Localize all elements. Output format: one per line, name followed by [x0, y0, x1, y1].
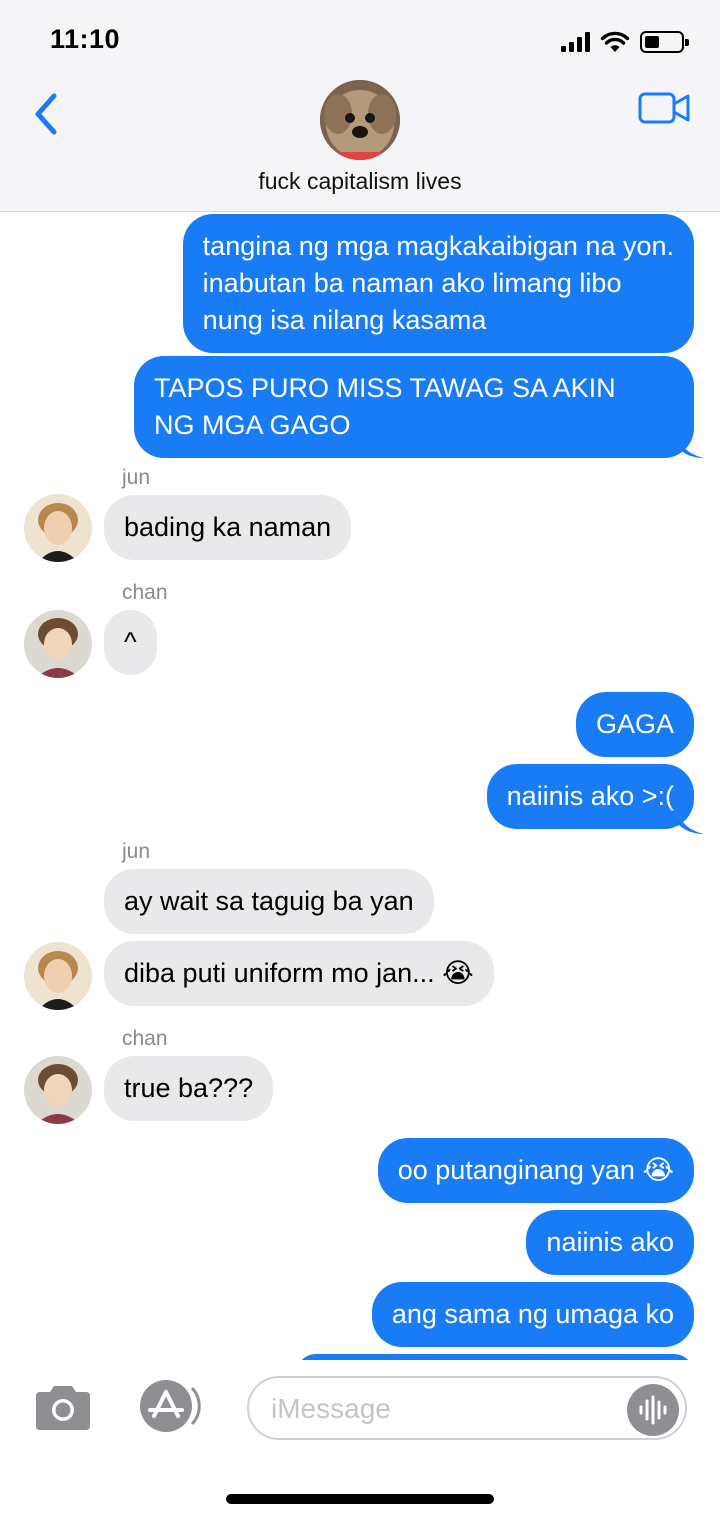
- message-input[interactable]: [247, 1376, 687, 1440]
- outgoing-message[interactable]: naiinis ako >:(: [486, 764, 694, 829]
- incoming-message[interactable]: true ba???: [104, 1056, 274, 1121]
- incoming-message[interactable]: bading ka naman: [104, 495, 352, 560]
- outgoing-message[interactable]: oo putanginang yan 😭: [377, 1138, 694, 1203]
- message-line: NG MGA GAGO: [154, 410, 351, 440]
- message-tail: [678, 810, 704, 834]
- outgoing-message[interactable]: ang sama ng umaga ko: [371, 1282, 694, 1347]
- app-store-icon[interactable]: [136, 1380, 206, 1432]
- audio-waveform-icon: [639, 1395, 667, 1425]
- contact-avatar[interactable]: [320, 80, 400, 160]
- sender-name: chan: [122, 581, 168, 604]
- contact-name[interactable]: fuck capitalism lives: [0, 168, 720, 195]
- video-camera-icon[interactable]: [638, 90, 690, 126]
- outgoing-message[interactable]: TAPOS PURO MISS TAWAG SA AKIN NG MGA GAG…: [134, 356, 694, 458]
- outgoing-message[interactable]: GAGA: [575, 692, 694, 757]
- message-text-field[interactable]: [271, 1390, 621, 1428]
- audio-record-button[interactable]: [627, 1384, 679, 1436]
- message-tail: [678, 434, 704, 458]
- incoming-message[interactable]: ay wait sa taguig ba yan: [104, 869, 434, 934]
- camera-icon[interactable]: [32, 1382, 94, 1432]
- back-chevron-icon[interactable]: [26, 88, 70, 140]
- cellular-signal-icon: [561, 32, 590, 52]
- battery-icon: [640, 31, 689, 53]
- conversation-header: 11:10 fuck capitalism lives: [0, 0, 720, 212]
- message-line: nung isa nilang kasama: [202, 305, 487, 335]
- sender-name: jun: [122, 466, 151, 489]
- sender-name: chan: [122, 1027, 168, 1050]
- compose-bar: [0, 1360, 720, 1520]
- avatar[interactable]: [24, 942, 92, 1010]
- sender-name: jun: [122, 840, 151, 863]
- message-thread[interactable]: tangina ng mga magkakaibigan na yon. ina…: [0, 212, 720, 1360]
- status-icons: [561, 28, 689, 56]
- incoming-message[interactable]: diba puti uniform mo jan... 😭: [104, 941, 494, 1006]
- message-line: tangina ng mga magkakaibigan na yon.: [202, 231, 674, 261]
- message-line: TAPOS PURO MISS TAWAG SA AKIN: [154, 373, 616, 403]
- outgoing-message[interactable]: naiinis ako: [526, 1210, 694, 1275]
- avatar[interactable]: [24, 494, 92, 562]
- avatar[interactable]: [24, 1056, 92, 1124]
- status-time: 11:10: [50, 24, 121, 54]
- avatar[interactable]: [24, 610, 92, 678]
- home-indicator[interactable]: [226, 1494, 494, 1504]
- message-line: inabutan ba naman ako limang libo: [202, 268, 622, 298]
- incoming-message[interactable]: ^: [104, 610, 157, 675]
- wifi-icon: [600, 31, 630, 52]
- outgoing-message[interactable]: tangina ng mga magkakaibigan na yon. ina…: [182, 214, 694, 353]
